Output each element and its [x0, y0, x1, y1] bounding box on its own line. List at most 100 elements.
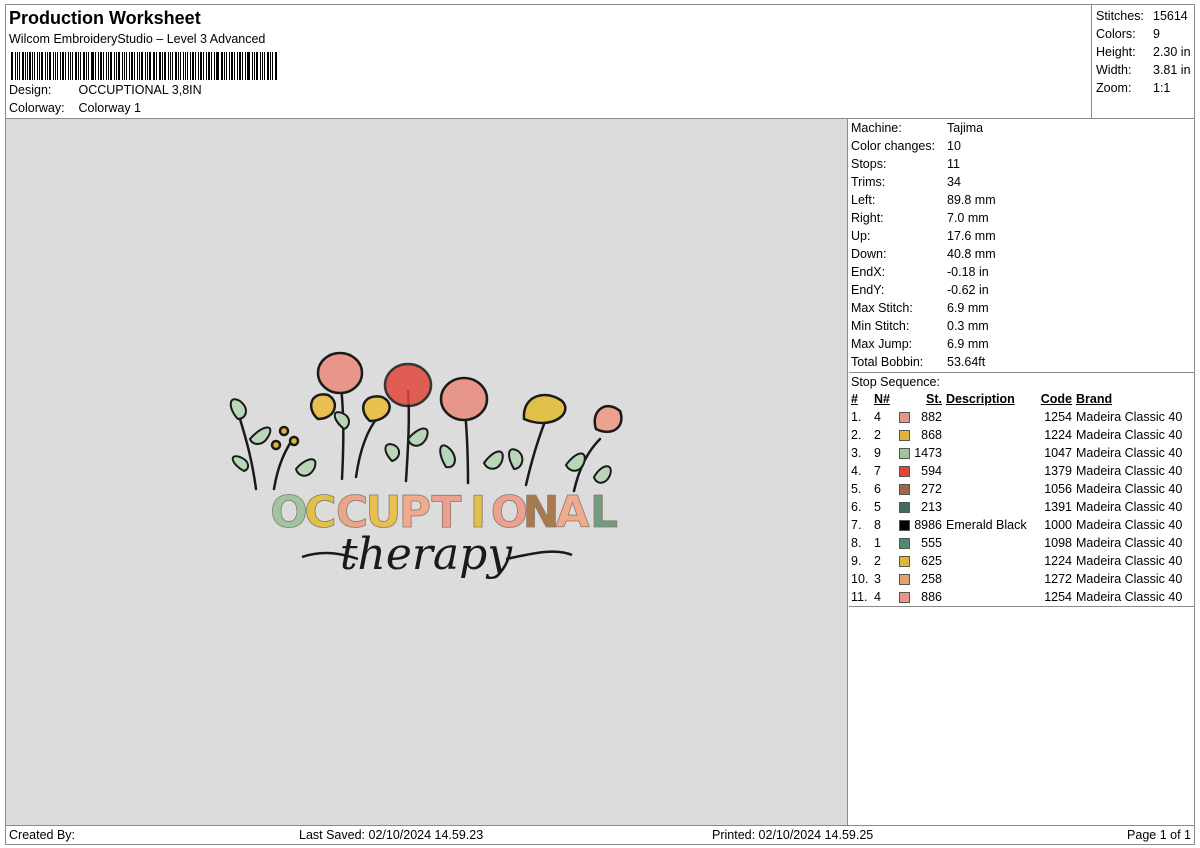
- barcode-bar: [137, 52, 138, 80]
- thread-color-swatch: [899, 520, 910, 532]
- barcode-bar: [238, 52, 241, 80]
- barcode-bar: [131, 52, 134, 80]
- barcode-bar: [164, 52, 166, 80]
- info-value: -0.62 in: [947, 283, 989, 297]
- row-code: 1254: [1044, 590, 1072, 604]
- machine-info-row: Trims: 34: [849, 173, 1194, 191]
- thread-color-swatch: [899, 502, 910, 514]
- last-saved: Last Saved: 02/10/2024 14.59.23: [299, 828, 484, 842]
- info-value: 34: [947, 175, 961, 189]
- info-value: 40.8 mm: [947, 247, 996, 261]
- barcode-bar: [95, 52, 97, 80]
- stat-value: 1:1: [1153, 81, 1171, 95]
- row-stitches: 8986: [914, 518, 942, 532]
- info-label: Stops:: [851, 157, 887, 171]
- barcode-bar: [115, 52, 117, 80]
- row-code: 1254: [1044, 410, 1072, 424]
- script-swash-right: [505, 550, 573, 561]
- barcode-bar: [140, 52, 143, 80]
- machine-info-row: Up: 17.6 mm: [849, 227, 1194, 245]
- row-swatch: [896, 426, 910, 444]
- barcode-bar: [56, 52, 58, 80]
- barcode-bar: [254, 52, 256, 80]
- row-index: 9.: [851, 554, 862, 568]
- stat-value: 3.81 in: [1153, 63, 1191, 77]
- table-row: 6. 5 213 1391 Madeira Classic 40: [849, 498, 1194, 516]
- machine-info-row: Total Bobbin: 53.64ft: [849, 353, 1194, 371]
- col-index: #: [851, 392, 858, 406]
- barcode-bar: [16, 52, 18, 80]
- barcode-bar: [103, 52, 104, 80]
- row-code: 1056: [1044, 482, 1072, 496]
- barcode-bar: [106, 52, 107, 80]
- row-swatch: [896, 444, 910, 462]
- created-by: Created By:: [9, 828, 76, 842]
- barcode-bar: [124, 52, 126, 80]
- row-index: 2.: [851, 428, 862, 442]
- design-letter: O: [270, 487, 307, 538]
- barcode-bar: [244, 52, 246, 80]
- barcode-bar: [226, 52, 228, 80]
- barcode-bar: [205, 52, 207, 80]
- barcode-bar: [144, 52, 146, 80]
- row-needle: 4: [874, 590, 881, 604]
- barcode-bar: [217, 52, 220, 80]
- table-row: 5. 6 272 1056 Madeira Classic 40: [849, 480, 1194, 498]
- row-needle: 1: [874, 536, 881, 550]
- table-row: 10. 3 258 1272 Madeira Classic 40: [849, 570, 1194, 588]
- row-index: 7.: [851, 518, 862, 532]
- row-stitches: 1473: [914, 446, 942, 460]
- barcode-bar: [72, 52, 73, 80]
- barcode-bar: [18, 52, 20, 80]
- row-brand: Madeira Classic 40: [1076, 518, 1183, 532]
- barcode-bar: [215, 52, 217, 80]
- machine-info-row: Min Stitch: 0.3 mm: [849, 317, 1194, 335]
- row-description: [946, 462, 1038, 480]
- barcode-bar: [44, 52, 46, 80]
- barcode-bar: [229, 52, 230, 80]
- barcode-bar: [263, 52, 265, 80]
- barcode-bar: [248, 52, 251, 80]
- design-letter: A: [555, 487, 589, 538]
- row-description: [946, 552, 1038, 570]
- barcode-bar: [68, 52, 70, 80]
- info-label: Up:: [851, 229, 871, 243]
- info-value: -0.18 in: [947, 265, 989, 279]
- barcode-bar: [39, 52, 41, 80]
- row-swatch: [896, 480, 910, 498]
- thread-color-swatch: [899, 466, 910, 478]
- barcode-bar: [90, 52, 92, 80]
- barcode-bar: [77, 52, 79, 80]
- machine-info-row: EndX: -0.18 in: [849, 263, 1194, 281]
- stat-label: Stitches:: [1096, 9, 1144, 23]
- thread-color-swatch: [899, 538, 910, 550]
- machine-info-row: Right: 7.0 mm: [849, 209, 1194, 227]
- row-swatch: [896, 462, 910, 480]
- machine-info-row: Left: 89.8 mm: [849, 191, 1194, 209]
- row-stitches: 868: [921, 428, 942, 442]
- machine-info-row: Color changes: 10: [849, 137, 1194, 155]
- barcode-bar: [262, 52, 263, 80]
- barcode-bar: [269, 52, 271, 80]
- barcode-bar: [210, 52, 212, 80]
- row-code: 1272: [1044, 572, 1072, 586]
- info-label: EndX:: [851, 265, 886, 279]
- barcode: [11, 52, 277, 80]
- barcode-bar: [70, 52, 72, 80]
- table-row: 1. 4 882 1254 Madeira Classic 40: [849, 408, 1194, 426]
- machine-info-list: Machine: Tajima Color changes: 10 Stops: 11 Tr…: [849, 119, 1194, 371]
- stat-value: 15614: [1153, 9, 1188, 23]
- barcode-bar: [224, 52, 226, 80]
- barcode-bar: [41, 52, 43, 80]
- thread-color-swatch: [899, 430, 910, 442]
- design-preview: OCCUPTIONAL therapy: [6, 119, 848, 825]
- machine-info-row: Machine: Tajima: [849, 119, 1194, 137]
- thread-color-swatch: [899, 574, 910, 586]
- row-stitches: 272: [921, 482, 942, 496]
- row-index: 8.: [851, 536, 862, 550]
- row-needle: 7: [874, 464, 881, 478]
- row-index: 5.: [851, 482, 862, 496]
- barcode-bar: [252, 52, 254, 80]
- barcode-bar: [190, 52, 192, 80]
- row-description: [946, 588, 1038, 606]
